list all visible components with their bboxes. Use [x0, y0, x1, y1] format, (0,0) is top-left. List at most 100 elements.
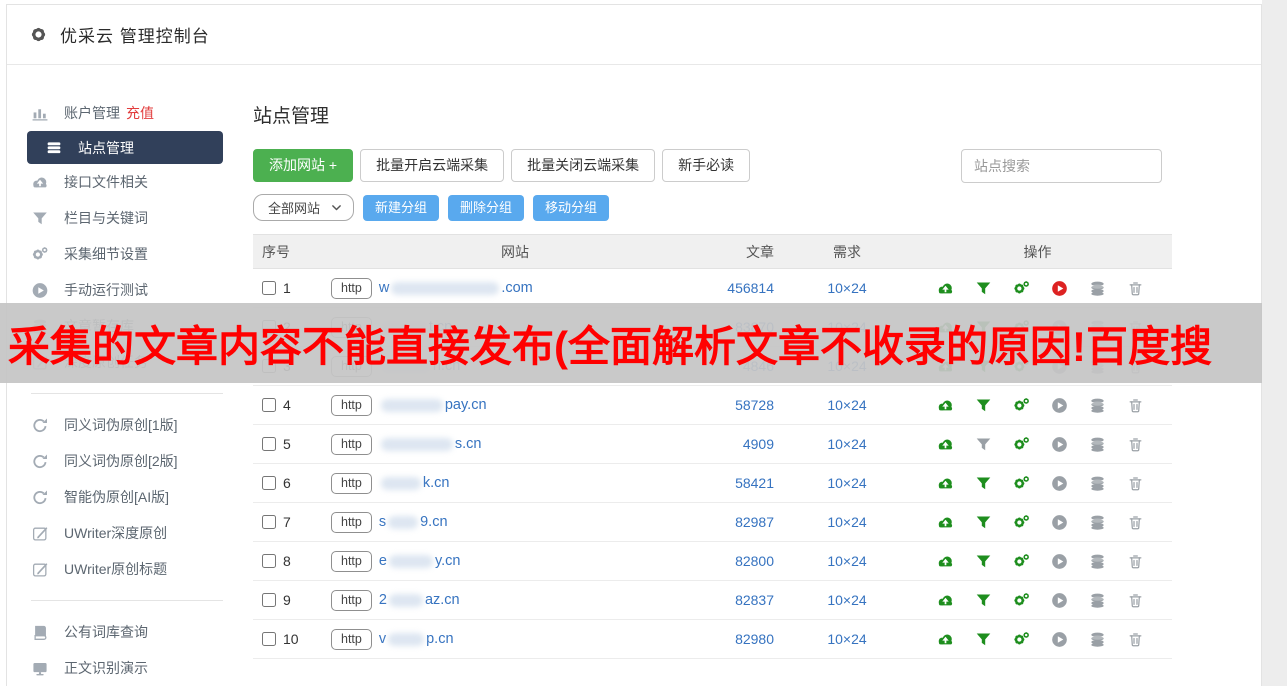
site-domain-link[interactable]: pay.cn: [379, 397, 487, 413]
row-select-checkbox[interactable]: [262, 632, 276, 646]
play-icon[interactable]: [1051, 553, 1068, 570]
cloud-upload-icon[interactable]: [937, 475, 954, 492]
database-icon[interactable]: [1089, 553, 1106, 570]
row-select-checkbox[interactable]: [262, 515, 276, 529]
site-search-input[interactable]: [961, 149, 1162, 183]
play-icon[interactable]: [1051, 280, 1068, 297]
demand-value[interactable]: 10×24: [827, 553, 866, 569]
sidebar-item-synonym-v1[interactable]: 同义词伪原创[1版]: [7, 407, 247, 443]
settings-gears-icon[interactable]: [1013, 436, 1030, 453]
settings-gears-icon[interactable]: [1013, 280, 1030, 297]
cloud-upload-icon[interactable]: [937, 631, 954, 648]
site-domain-link[interactable]: e y.cn: [379, 553, 461, 569]
article-count[interactable]: 58421: [735, 475, 774, 491]
row-select-checkbox[interactable]: [262, 437, 276, 451]
group-filter-select[interactable]: 全部网站: [253, 194, 355, 221]
row-select-checkbox[interactable]: [262, 554, 276, 568]
add-site-button[interactable]: 添加网站 +: [253, 149, 354, 182]
page-scrollbar[interactable]: [1262, 0, 1287, 686]
sidebar-item-interface-files[interactable]: 接口文件相关: [7, 164, 247, 200]
delete-group-button[interactable]: 删除分组: [448, 194, 525, 221]
sidebar-item-collection-settings[interactable]: 采集细节设置: [7, 236, 247, 272]
database-icon[interactable]: [1089, 592, 1106, 609]
database-icon[interactable]: [1089, 631, 1106, 648]
database-icon[interactable]: [1089, 280, 1106, 297]
batch-close-cloud-collect-button[interactable]: 批量关闭云端采集: [511, 149, 656, 182]
site-domain-link[interactable]: w .com: [379, 280, 533, 296]
cloud-upload-icon[interactable]: [937, 553, 954, 570]
database-icon[interactable]: [1089, 397, 1106, 414]
article-count[interactable]: 82980: [735, 631, 774, 647]
trash-icon[interactable]: [1127, 631, 1144, 648]
article-count[interactable]: 58728: [735, 397, 774, 413]
row-select-checkbox[interactable]: [262, 281, 276, 295]
http-protocol-button[interactable]: http: [331, 472, 372, 494]
http-protocol-button[interactable]: http: [331, 589, 372, 611]
sidebar-item-columns-keywords[interactable]: 栏目与关键词: [7, 200, 247, 236]
recharge-link[interactable]: 充值: [126, 103, 154, 123]
move-group-button[interactable]: 移动分组: [533, 194, 610, 221]
http-protocol-button[interactable]: http: [331, 277, 372, 299]
demand-value[interactable]: 10×24: [827, 592, 866, 608]
settings-gears-icon[interactable]: [1013, 397, 1030, 414]
filter-icon[interactable]: [975, 397, 992, 414]
settings-gears-icon[interactable]: [1013, 475, 1030, 492]
demand-value[interactable]: 10×24: [827, 436, 866, 452]
trash-icon[interactable]: [1127, 397, 1144, 414]
settings-gears-icon[interactable]: [1013, 514, 1030, 531]
cloud-upload-icon[interactable]: [937, 436, 954, 453]
filter-icon[interactable]: [975, 436, 992, 453]
play-icon[interactable]: [1051, 631, 1068, 648]
sidebar-item-ai-pseudo-original[interactable]: 智能伪原创[AI版]: [7, 479, 247, 515]
site-domain-link[interactable]: k.cn: [379, 475, 449, 491]
article-count[interactable]: 82987: [735, 514, 774, 530]
article-count[interactable]: 82800: [735, 553, 774, 569]
sidebar-item-uwriter-deep[interactable]: UWriter深度原创: [7, 515, 247, 551]
http-protocol-button[interactable]: http: [331, 511, 372, 533]
batch-open-cloud-collect-button[interactable]: 批量开启云端采集: [360, 149, 505, 182]
demand-value[interactable]: 10×24: [827, 280, 866, 296]
article-count[interactable]: 4909: [743, 436, 774, 452]
sidebar-item-body-recognition-demo[interactable]: 正文识别演示: [7, 650, 247, 686]
site-domain-link[interactable]: v p.cn: [379, 631, 454, 647]
filter-icon[interactable]: [975, 553, 992, 570]
demand-value[interactable]: 10×24: [827, 631, 866, 647]
sidebar-item-public-thesaurus[interactable]: 公有词库查询: [7, 614, 247, 650]
play-icon[interactable]: [1051, 436, 1068, 453]
cloud-upload-icon[interactable]: [937, 397, 954, 414]
database-icon[interactable]: [1089, 514, 1106, 531]
row-select-checkbox[interactable]: [262, 398, 276, 412]
row-select-checkbox[interactable]: [262, 476, 276, 490]
settings-gears-icon[interactable]: [1013, 553, 1030, 570]
filter-icon[interactable]: [975, 280, 992, 297]
cloud-upload-icon[interactable]: [937, 280, 954, 297]
sidebar-item-synonym-v2[interactable]: 同义词伪原创[2版]: [7, 443, 247, 479]
trash-icon[interactable]: [1127, 514, 1144, 531]
demand-value[interactable]: 10×24: [827, 397, 866, 413]
trash-icon[interactable]: [1127, 280, 1144, 297]
http-protocol-button[interactable]: http: [331, 628, 372, 650]
trash-icon[interactable]: [1127, 475, 1144, 492]
new-group-button[interactable]: 新建分组: [363, 194, 440, 221]
database-icon[interactable]: [1089, 436, 1106, 453]
site-domain-link[interactable]: s.cn: [379, 436, 481, 452]
database-icon[interactable]: [1089, 475, 1106, 492]
row-select-checkbox[interactable]: [262, 593, 276, 607]
trash-icon[interactable]: [1127, 436, 1144, 453]
newbie-guide-button[interactable]: 新手必读: [662, 149, 751, 182]
trash-icon[interactable]: [1127, 553, 1144, 570]
site-domain-link[interactable]: 2 az.cn: [379, 592, 460, 608]
demand-value[interactable]: 10×24: [827, 514, 866, 530]
filter-icon[interactable]: [975, 514, 992, 531]
play-icon[interactable]: [1051, 475, 1068, 492]
article-count[interactable]: 82837: [735, 592, 774, 608]
play-icon[interactable]: [1051, 514, 1068, 531]
sidebar-item-account[interactable]: 账户管理 充值: [7, 95, 247, 131]
site-domain-link[interactable]: s 9.cn: [379, 514, 448, 530]
sidebar-item-site-management[interactable]: 站点管理: [27, 131, 223, 164]
trash-icon[interactable]: [1127, 592, 1144, 609]
filter-icon[interactable]: [975, 592, 992, 609]
demand-value[interactable]: 10×24: [827, 475, 866, 491]
play-icon[interactable]: [1051, 397, 1068, 414]
play-icon[interactable]: [1051, 592, 1068, 609]
